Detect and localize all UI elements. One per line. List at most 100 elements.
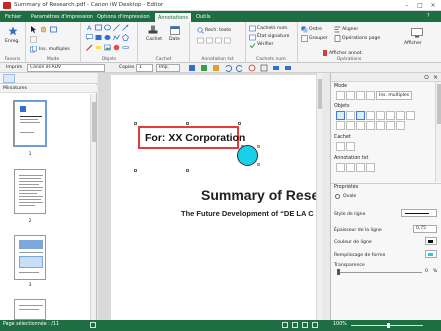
imp-button[interactable]: Imp.: [156, 64, 180, 72]
arrow-icon[interactable]: [122, 24, 129, 31]
calendar-icon[interactable]: [170, 25, 180, 35]
star-icon[interactable]: [8, 26, 18, 36]
object-image-button[interactable]: [376, 121, 385, 130]
text-a-icon[interactable]: A: [86, 24, 93, 31]
transparency-slider[interactable]: [337, 272, 422, 273]
order-icon[interactable]: [301, 26, 308, 33]
rech-texte-button[interactable]: Rech. texte: [205, 28, 231, 33]
signature-status-icon[interactable]: [249, 34, 256, 41]
object-link-button[interactable]: [396, 121, 405, 130]
stamp-shape-icon[interactable]: [113, 44, 120, 51]
thumbnails-tab-icon[interactable]: [3, 74, 15, 83]
resize-handle[interactable]: [186, 122, 189, 125]
first-page-icon[interactable]: [90, 322, 96, 328]
polygon-icon[interactable]: [122, 34, 129, 41]
object-line-button[interactable]: [366, 111, 375, 120]
thumbnail-page-3[interactable]: [14, 235, 46, 280]
object-filled-ellipse-button[interactable]: [366, 121, 375, 130]
etat-signature-button[interactable]: État signature: [257, 34, 289, 39]
tool-icon-2[interactable]: [200, 64, 208, 72]
document-scrollbar[interactable]: [316, 73, 322, 320]
object-rect-button[interactable]: [346, 111, 355, 120]
tool-icon-6[interactable]: [248, 64, 256, 72]
pointer-icon[interactable]: [30, 26, 37, 33]
resize-handle[interactable]: [257, 145, 260, 148]
object-filled-rect-button[interactable]: [356, 121, 365, 130]
line-icon[interactable]: [113, 24, 120, 31]
pane-close-icon[interactable]: ×: [433, 74, 438, 81]
align-icon[interactable]: [334, 26, 341, 33]
hand-icon[interactable]: [40, 26, 47, 33]
text-select-icon[interactable]: [50, 26, 57, 33]
tool-icon-8[interactable]: [272, 64, 280, 72]
close-icon[interactable]: ×: [427, 1, 439, 10]
object-ellipse-button[interactable]: [356, 111, 365, 120]
bookmarks-tab-icon[interactable]: [17, 74, 29, 83]
ellipse-annotation[interactable]: [237, 145, 258, 166]
tool-icon-7[interactable]: [260, 64, 268, 72]
verify-icon[interactable]: [249, 42, 256, 49]
mode-pointer-button[interactable]: [336, 91, 345, 100]
object-polygon-button[interactable]: [406, 111, 415, 120]
text-annotation[interactable]: For: XX Corporation: [138, 126, 245, 149]
view-mode-icon-1[interactable]: [282, 322, 288, 328]
resize-handle[interactable]: [238, 122, 241, 125]
pen-icon[interactable]: [86, 44, 93, 51]
tool-icon-1[interactable]: [188, 64, 196, 72]
callout-icon[interactable]: [86, 34, 93, 41]
resize-handle[interactable]: [134, 169, 137, 172]
multiple-insert-icon[interactable]: [30, 46, 37, 53]
fill-color-picker[interactable]: [425, 250, 437, 258]
object-text-button[interactable]: [336, 111, 345, 120]
view-mode-icon-2[interactable]: [292, 322, 298, 328]
tab-fichier[interactable]: Fichier: [2, 12, 24, 22]
ellipse-icon[interactable]: [104, 24, 111, 31]
filled-rect-icon[interactable]: [95, 34, 102, 41]
annotations-tab-icon[interactable]: [31, 74, 43, 83]
annot-txt-button-3[interactable]: [356, 163, 365, 172]
object-arrow-button[interactable]: [376, 111, 385, 120]
resize-handle[interactable]: [186, 169, 189, 172]
select-area-icon[interactable]: [30, 36, 37, 43]
properties-scrollbar[interactable]: [435, 82, 441, 182]
redo-icon[interactable]: [236, 64, 244, 72]
grouper-button[interactable]: Grouper: [309, 36, 328, 41]
object-pen-button[interactable]: [336, 121, 345, 130]
object-polyline-button[interactable]: [396, 111, 405, 120]
mode-area-button[interactable]: [366, 91, 375, 100]
thumbnail-page-1[interactable]: [13, 100, 47, 147]
zoom-slider-knob[interactable]: [387, 323, 390, 328]
text-annot-icon-1[interactable]: [197, 37, 204, 44]
view-mode-icon-3[interactable]: [302, 322, 308, 328]
cachet-stamp-button[interactable]: [336, 142, 345, 151]
afficher-annot-button[interactable]: Afficher annot.: [329, 51, 363, 56]
verifier-button[interactable]: Vérifier: [257, 42, 273, 47]
group-icon[interactable]: [301, 35, 308, 42]
object-stamp-button[interactable]: [386, 121, 395, 130]
enreg-button[interactable]: Enreg.: [5, 39, 20, 44]
show-annotations-check-icon[interactable]: [323, 50, 327, 56]
rectangle-icon[interactable]: [95, 24, 102, 31]
object-highlight-button[interactable]: [346, 121, 355, 130]
operations-page-button[interactable]: Opérations page: [342, 36, 380, 41]
image-icon[interactable]: [104, 44, 111, 51]
page-operations-icon[interactable]: [334, 35, 341, 42]
pin-icon[interactable]: [423, 74, 430, 81]
thumbnail-page-2[interactable]: [14, 169, 46, 214]
line-style-select[interactable]: [401, 209, 437, 217]
minimize-icon[interactable]: –: [401, 1, 413, 10]
display-icon[interactable]: [411, 28, 423, 38]
resize-handle[interactable]: [134, 122, 137, 125]
tab-options-impression[interactable]: Options d'impression: [94, 12, 153, 22]
line-color-picker[interactable]: [425, 237, 437, 245]
afficher-button[interactable]: Afficher: [404, 41, 422, 46]
annot-txt-button-2[interactable]: [346, 163, 355, 172]
line-width-field[interactable]: 0,75: [413, 225, 437, 233]
tool-icon-9[interactable]: [284, 64, 292, 72]
aligner-button[interactable]: Aligner: [342, 27, 358, 32]
stamp-icon[interactable]: [148, 25, 158, 35]
thumbnail-page-4[interactable]: [14, 299, 46, 320]
cachet-date-button[interactable]: [346, 142, 355, 151]
text-annot-icon-2[interactable]: [206, 37, 213, 44]
printer-select[interactable]: Canon iR-ADV: [27, 64, 105, 72]
